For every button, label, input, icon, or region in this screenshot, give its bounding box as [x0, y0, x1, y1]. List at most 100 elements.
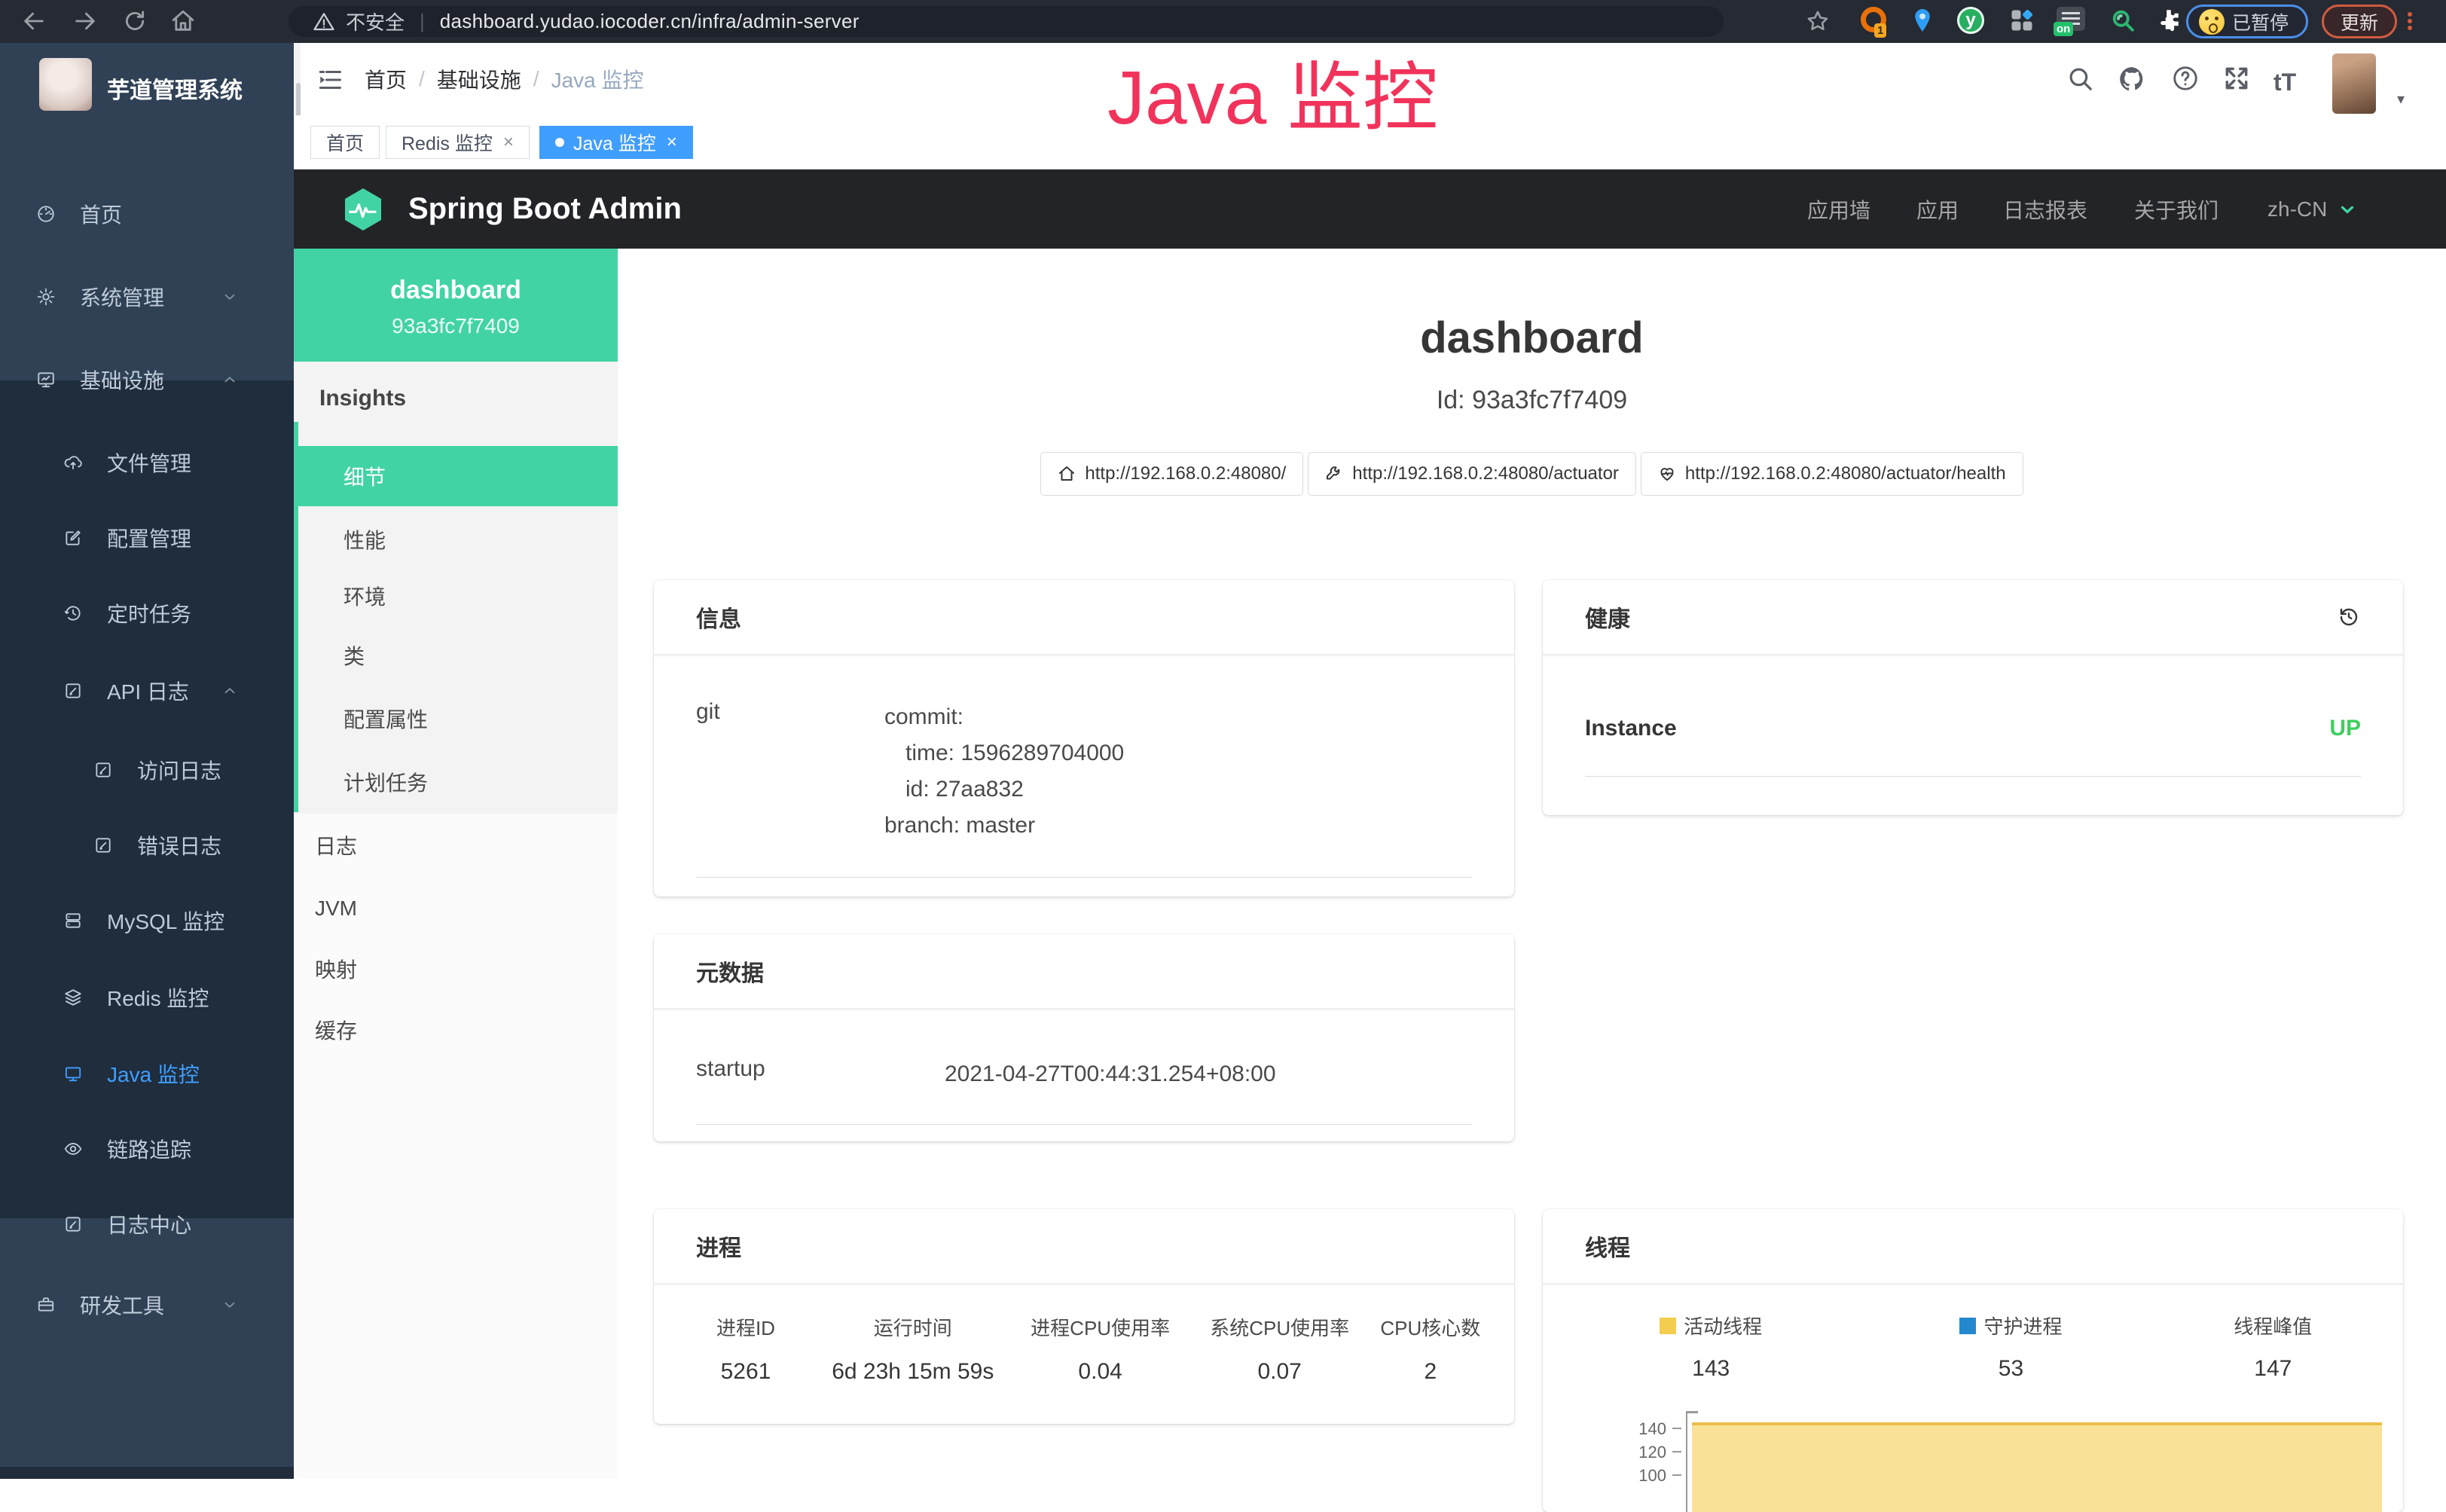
card-title: 元数据	[696, 955, 764, 988]
insight-label: 计划任务	[344, 767, 428, 797]
sidebar-item-config-management[interactable]: 配置管理	[0, 504, 294, 572]
insight-item-scheduled-tasks[interactable]: 计划任务	[298, 752, 618, 812]
card-title: 健康	[1585, 600, 1630, 634]
insight-label: 环境	[344, 581, 386, 611]
sidebar-item-jvm[interactable]: JVM	[294, 878, 618, 939]
bookmark-star-icon[interactable]	[1805, 8, 1831, 34]
sidebar-item-infrastructure[interactable]: 基础设施	[0, 346, 294, 414]
history-icon[interactable]	[2337, 605, 2361, 629]
sidebar-item-mappings[interactable]: 映射	[294, 939, 618, 999]
actuator-url: http://192.168.0.2:48080/actuator	[1352, 463, 1619, 484]
insight-item-environment[interactable]: 环境	[298, 566, 618, 626]
instance-header[interactable]: dashboard 93a3fc7f7409	[294, 249, 618, 362]
toolbox-icon	[36, 1295, 56, 1315]
sidebar-item-tracing[interactable]: 链路追踪	[0, 1115, 294, 1183]
breadcrumb-infrastructure[interactable]: 基础设施	[437, 64, 521, 94]
card-title: 信息	[696, 600, 741, 634]
ext-badge-on: on	[2054, 22, 2073, 36]
locale-label: zh-CN	[2267, 197, 2327, 221]
sidebar-item-caches[interactable]: 缓存	[294, 1000, 618, 1060]
wrench-icon	[1325, 465, 1343, 483]
tab-redis-monitor[interactable]: Redis 监控 ×	[386, 126, 530, 159]
sidebar-item-label: Java 监控	[107, 1058, 200, 1089]
sidebar-item-log-center[interactable]: 日志中心	[0, 1190, 294, 1258]
sba-nav-journal[interactable]: 日志报表	[2003, 170, 2087, 249]
reload-icon[interactable]	[122, 8, 148, 34]
ext-pin-icon[interactable]	[1909, 7, 1936, 34]
user-avatar[interactable]	[2332, 53, 2376, 114]
sidebar-item-access-logs[interactable]: 访问日志	[0, 736, 294, 804]
sidebar-item-system[interactable]: 系统管理	[0, 263, 294, 331]
browser-menu-icon[interactable]	[2408, 10, 2412, 32]
chevron-up-icon	[221, 371, 262, 388]
app-logo-row[interactable]: 芋道管理系统	[0, 43, 294, 156]
close-icon[interactable]: ×	[503, 132, 514, 153]
sba-nav-about[interactable]: 关于我们	[2134, 170, 2219, 249]
forward-icon[interactable]	[72, 8, 98, 34]
github-icon[interactable]	[2117, 64, 2147, 94]
sidebar-item-dev-tools[interactable]: 研发工具	[0, 1271, 294, 1339]
sidebar-item-label: 访问日志	[137, 755, 221, 785]
help-icon[interactable]	[2171, 64, 2200, 93]
sidebar-item-label: API 日志	[107, 676, 189, 706]
tab-java-monitor[interactable]: Java 监控 ×	[539, 126, 693, 159]
cloud-upload-icon	[63, 453, 83, 472]
font-size-icon[interactable]: tT	[2273, 69, 2296, 96]
health-url-button[interactable]: http://192.168.0.2:48080/actuator/health	[1641, 452, 2023, 496]
sidebar-item-java-monitor[interactable]: Java 监控	[0, 1040, 294, 1107]
home-icon[interactable]	[170, 8, 196, 34]
sba-brand[interactable]: Spring Boot Admin	[408, 170, 682, 249]
y-tick: 100	[1591, 1466, 1666, 1486]
caret-down-icon[interactable]: ▾	[2397, 90, 2405, 108]
sidebar-item-label: Redis 监控	[107, 982, 209, 1013]
sidebar-item-file-management[interactable]: 文件管理	[0, 429, 294, 496]
sidebar-item-home[interactable]: 首页	[0, 180, 294, 248]
monitor-check-icon	[36, 370, 56, 389]
hamburger-icon[interactable]	[316, 66, 344, 93]
sidebar-item-mysql-monitor[interactable]: MySQL 监控	[0, 887, 294, 955]
ext-y-circle-icon[interactable]: y	[1957, 7, 1984, 34]
ext-grid-icon[interactable]	[2008, 7, 2035, 34]
instance-name: dashboard	[294, 276, 618, 305]
insight-item-details[interactable]: 细节	[298, 446, 618, 506]
sba-navbar: Spring Boot Admin 应用墙 应用 日志报表 关于我们 zh-CN	[294, 170, 2446, 249]
legend-daemon-threads: 守护进程 53	[1871, 1312, 2150, 1382]
profile-paused-chip[interactable]: 已暂停	[2186, 5, 2308, 38]
sba-nav-wallboard[interactable]: 应用墙	[1807, 170, 1870, 249]
sba-locale-select[interactable]: zh-CN	[2267, 170, 2357, 249]
y-axis-cap	[1686, 1411, 1698, 1413]
search-icon[interactable]	[2066, 64, 2094, 93]
legend-value: 147	[2151, 1356, 2396, 1382]
sidebar-item-scheduled-jobs[interactable]: 定时任务	[0, 579, 294, 647]
browser-update-button[interactable]: 更新	[2322, 5, 2397, 38]
instance-id: 93a3fc7f7409	[294, 314, 618, 338]
tab-home[interactable]: 首页	[310, 126, 380, 159]
url-text: dashboard.yudao.iocoder.cn/infra/admin-s…	[440, 10, 860, 33]
profile-avatar-emoji	[2199, 9, 2225, 35]
sidebar-item-api-logs[interactable]: API 日志	[0, 657, 294, 725]
insight-item-config-props[interactable]: 配置属性	[298, 689, 618, 749]
item-label: 日志	[315, 830, 357, 860]
back-icon[interactable]	[21, 8, 47, 34]
fullscreen-icon[interactable]	[2222, 64, 2251, 93]
actuator-url-button[interactable]: http://192.168.0.2:48080/actuator	[1308, 452, 1636, 496]
ext-list-on-icon[interactable]: on	[2057, 7, 2085, 31]
address-bar[interactable]: 不安全 | dashboard.yudao.iocoder.cn/infra/a…	[289, 6, 1724, 37]
sidebar-item-redis-monitor[interactable]: Redis 监控	[0, 964, 294, 1031]
sidebar-item-logs[interactable]: 日志	[294, 815, 618, 875]
breadcrumb-home[interactable]: 首页	[365, 64, 407, 94]
service-url-button[interactable]: http://192.168.0.2:48080/	[1040, 452, 1303, 496]
paused-label: 已暂停	[2232, 8, 2289, 35]
sidebar-item-error-logs[interactable]: 错误日志	[0, 811, 294, 879]
eye-icon	[63, 1139, 83, 1159]
chevron-up-icon	[221, 683, 262, 699]
extensions-puzzle-icon[interactable]	[2156, 7, 2182, 32]
insight-item-metrics[interactable]: 性能	[298, 509, 618, 570]
sba-nav-applications[interactable]: 应用	[1916, 170, 1959, 249]
legend-value: 53	[1871, 1356, 2150, 1382]
ext-magnifier-icon[interactable]	[2109, 7, 2136, 34]
service-url: http://192.168.0.2:48080/	[1085, 463, 1286, 484]
close-icon[interactable]: ×	[667, 132, 677, 153]
insight-item-classes[interactable]: 类	[298, 625, 618, 686]
ext-orange-ring-icon[interactable]: 1	[1861, 7, 1886, 32]
